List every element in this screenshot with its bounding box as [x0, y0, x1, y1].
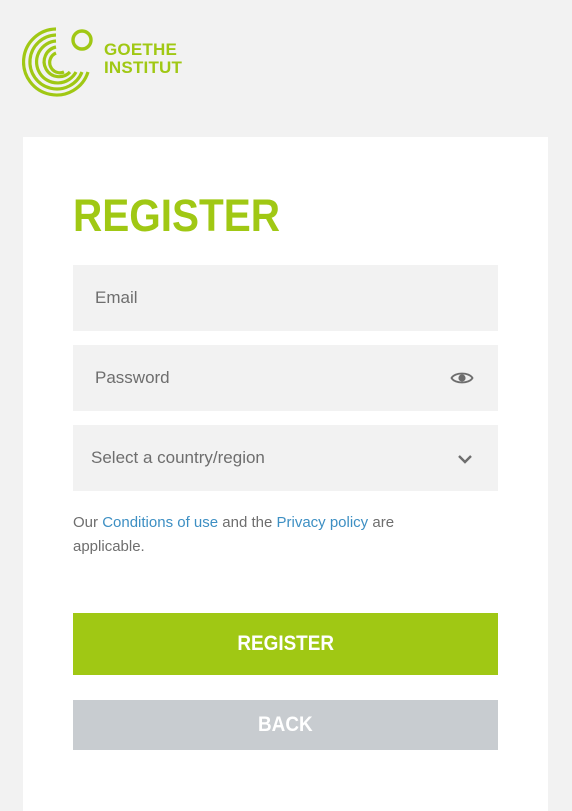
privacy-policy-link[interactable]: Privacy policy — [276, 514, 368, 531]
goethe-institut-logo[interactable]: GOETHE INSTITUT — [22, 24, 192, 104]
page-title: REGISTER — [73, 190, 281, 241]
back-button[interactable]: BACK — [73, 700, 498, 750]
eye-icon[interactable] — [450, 369, 474, 387]
terms-prefix: Our — [73, 514, 103, 531]
conditions-of-use-link[interactable]: Conditions of use — [102, 514, 218, 531]
terms-text: Our Conditions of use and the Privacy po… — [73, 511, 453, 559]
password-field[interactable] — [73, 345, 498, 411]
logo-line-1: GOETHE — [104, 40, 177, 59]
email-field-container — [73, 265, 498, 331]
goethe-logo-icon — [22, 27, 93, 97]
chevron-down-icon — [458, 455, 472, 464]
country-select-value: Select a country/region — [91, 448, 265, 467]
register-button-label: REGISTER — [237, 632, 334, 655]
password-field-container — [73, 345, 498, 411]
register-card: REGISTER Select a country/region Our Con… — [23, 137, 548, 811]
logo-line-2: INSTITUT — [104, 58, 183, 77]
register-button[interactable]: REGISTER — [73, 613, 498, 675]
back-button-label: BACK — [258, 713, 313, 736]
terms-middle: and the — [218, 514, 277, 531]
email-field[interactable] — [73, 265, 498, 331]
country-select[interactable]: Select a country/region — [73, 425, 498, 491]
logo-wordmark: GOETHE INSTITUT — [104, 41, 182, 77]
